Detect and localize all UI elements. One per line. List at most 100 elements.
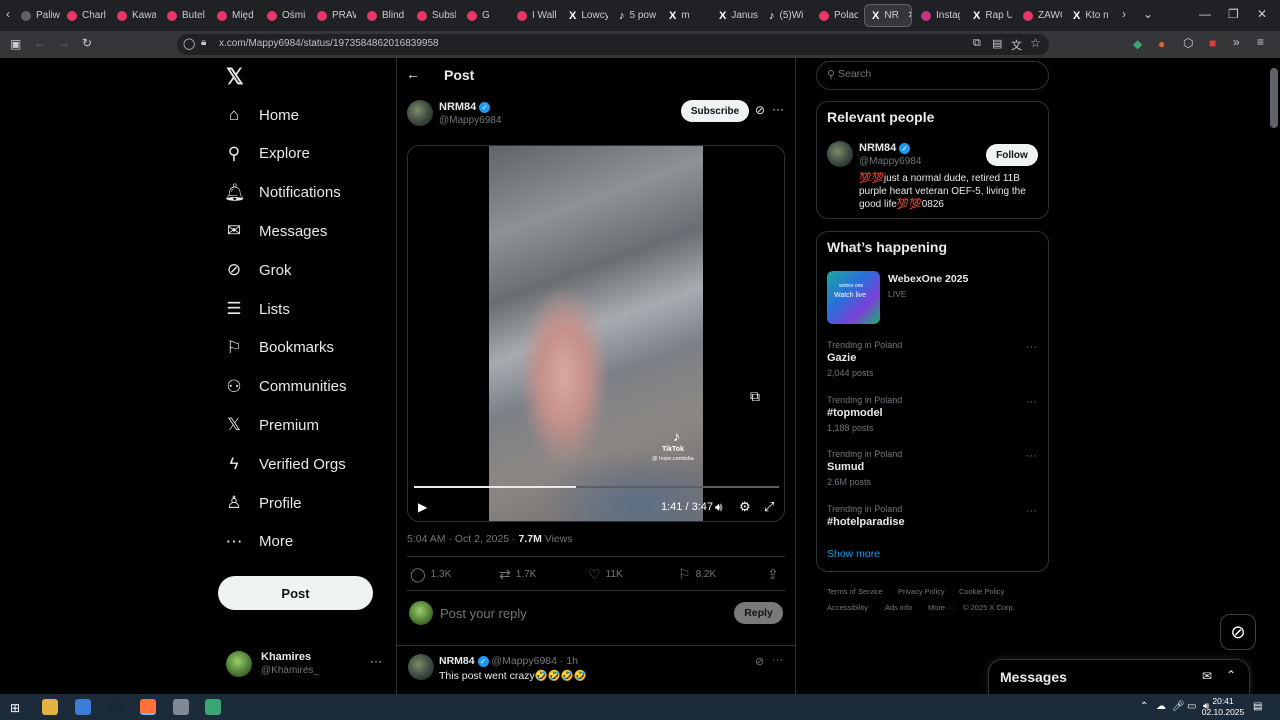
browser-tab[interactable]: Kawal	[110, 4, 156, 27]
grok-explain-icon[interactable]: ⊘	[755, 655, 764, 668]
browser-tab[interactable]: ZAWC	[1016, 4, 1062, 27]
extension-badge-icon[interactable]: ■	[1209, 36, 1216, 50]
repost-action[interactable]: ⇄ 1.7K	[499, 566, 536, 583]
calculator-icon[interactable]	[205, 699, 221, 715]
volume-icon[interactable]: 🔊︎	[715, 500, 723, 515]
search-input[interactable]	[838, 68, 1038, 80]
browser-tab[interactable]: Ośmi	[260, 4, 306, 27]
show-more-link[interactable]: Show more	[827, 548, 880, 560]
compose-post-button[interactable]: Post	[218, 576, 373, 610]
account-more-icon[interactable]: ···	[370, 654, 382, 668]
footer-link[interactable]: More ···	[928, 603, 955, 612]
tweet-author-name[interactable]: NRM84	[439, 101, 476, 113]
messages-drawer[interactable]: Messages ✉ ⌃	[988, 659, 1250, 695]
browser-tab[interactable]: Polacy	[812, 4, 858, 27]
file-explorer-icon[interactable]	[42, 699, 58, 715]
tab-scroll-right-icon[interactable]: ›	[1122, 7, 1126, 21]
nav-item-premium[interactable]: 𝕏 Premium	[224, 410, 319, 440]
shield-icon[interactable]: ◯	[183, 37, 195, 50]
reply-input[interactable]	[440, 603, 720, 623]
trend-title[interactable]: Gazie	[827, 352, 856, 364]
reply-more-icon[interactable]: ···	[772, 654, 783, 666]
grok-floating-icon[interactable]: ⊘	[1220, 614, 1256, 650]
browser-tab[interactable]: Xm	[662, 4, 708, 27]
nav-item-lists[interactable]: ☰ Lists	[224, 294, 289, 324]
footer-link[interactable]: Accessibility	[827, 603, 868, 612]
browser-tab[interactable]: Paliw	[14, 4, 60, 27]
browser-tab[interactable]: Międ	[210, 4, 256, 27]
tab-scroll-left-icon[interactable]: ‹	[6, 7, 10, 21]
overflow-menu-icon[interactable]: »	[1233, 35, 1240, 49]
share-action[interactable]: ⇪	[767, 566, 779, 583]
notifications-icon[interactable]: ▤	[1253, 701, 1262, 712]
app-icon[interactable]	[75, 699, 91, 715]
follow-button[interactable]: Follow	[986, 144, 1038, 166]
browser-tab[interactable]: PRAW	[310, 4, 356, 27]
reply-time[interactable]: · 1h	[560, 655, 578, 667]
back-arrow-icon[interactable]: ←	[406, 66, 420, 82]
event-name[interactable]: WebexOne 2025	[888, 273, 968, 285]
browser-tab[interactable]: ♪ (5)Wi	[762, 4, 808, 27]
nav-item-profile[interactable]: ♙ Profile	[224, 488, 301, 518]
subscribe-button[interactable]: Subscribe	[681, 100, 749, 122]
tweet-timestamp[interactable]: 5:04 AM · Oct 2, 2025 ·	[407, 533, 516, 545]
address-bar[interactable]: ◯ 🔒︎ x.com/Mappy6984/status/197358486201…	[177, 34, 1049, 55]
nav-item-notifications[interactable]: 🔔︎ Notifications	[224, 178, 341, 208]
footer-link[interactable]: Cookie Policy	[959, 587, 1004, 596]
account-switcher[interactable]: Khamires @Khamires_ ···	[226, 651, 386, 685]
nav-item-more[interactable]: ⋯ More	[224, 527, 294, 557]
microphone-icon[interactable]: 🎤︎	[1172, 701, 1185, 712]
reload-icon[interactable]: ↻	[82, 36, 92, 50]
reply-author-avatar[interactable]	[408, 654, 434, 680]
browser-tab[interactable]: I Walk	[510, 4, 556, 27]
like-action[interactable]: ♡ 11K	[588, 566, 623, 583]
new-message-icon[interactable]: ✉	[1202, 669, 1212, 683]
browser-tab[interactable]: X Kto n	[1066, 4, 1112, 27]
reply-button[interactable]: Reply	[734, 602, 783, 624]
expand-drawer-icon[interactable]: ⌃	[1226, 668, 1236, 682]
nav-item-bookmarks[interactable]: ⚐ Bookmarks	[224, 333, 334, 363]
footer-link[interactable]: Privacy Policy	[898, 587, 945, 596]
cloud-icon[interactable]: ☁	[1156, 701, 1166, 712]
page-scrollbar[interactable]	[1268, 58, 1280, 694]
sidebar-toggle-icon[interactable]: ▣	[10, 37, 21, 51]
browser-tab[interactable]: X Rap U	[966, 4, 1012, 27]
browser-tab[interactable]: X Lowcy	[562, 4, 608, 27]
browser-tab[interactable]: X NR ✕	[864, 4, 912, 27]
browser-tab[interactable]: G	[460, 4, 506, 27]
nav-item-explore[interactable]: ⚲ Explore	[224, 139, 310, 169]
taskbar-time[interactable]: 20:41	[1206, 696, 1240, 706]
browser-tab[interactable]: Butel	[160, 4, 206, 27]
author-avatar[interactable]	[407, 100, 433, 126]
close-window-button[interactable]: ✕	[1257, 7, 1267, 21]
nav-item-home[interactable]: ⌂ Home	[224, 100, 299, 130]
footer-link[interactable]: Ads info	[885, 603, 912, 612]
app-icon[interactable]	[173, 699, 189, 715]
relevant-avatar[interactable]	[827, 141, 853, 167]
browser-tab[interactable]: Instag	[914, 4, 960, 27]
back-icon[interactable]: ←	[34, 36, 46, 50]
network-icon[interactable]: ▭	[1187, 701, 1196, 712]
search-box[interactable]: ⚲	[816, 61, 1049, 90]
nav-item-grok[interactable]: ⊘ Grok	[224, 255, 292, 285]
tray-chevron-icon[interactable]: ⌃	[1140, 701, 1148, 712]
extensions-puzzle-icon[interactable]: ⬡	[1183, 36, 1193, 50]
nav-item-communities[interactable]: ⚇ Communities	[224, 372, 346, 402]
trend-more-icon[interactable]: ···	[1026, 396, 1037, 408]
video-player[interactable]: ♪ TikTok @ hope.cambdia ⧉ ▶ 1:41 / 3:47 …	[407, 145, 785, 522]
app-menu-icon[interactable]: ≡	[1257, 35, 1264, 49]
bookmark-action[interactable]: ⚐ 8.2K	[678, 566, 716, 583]
event-thumbnail[interactable]: webex one Watch live	[827, 271, 880, 324]
play-icon[interactable]: ▶	[418, 500, 427, 514]
extension-fox-icon[interactable]: ●	[1158, 37, 1165, 51]
nav-item-messages[interactable]: ✉ Messages	[224, 216, 328, 246]
fullscreen-icon[interactable]: ⤢	[764, 499, 774, 515]
reply-action[interactable]: ◯ 1.3K	[410, 566, 451, 583]
video-frame[interactable]: ♪ TikTok @ hope.cambdia	[489, 146, 703, 521]
video-progress-bar[interactable]	[414, 486, 779, 488]
lock-icon[interactable]: 🔒︎	[201, 37, 206, 48]
close-tab-icon[interactable]: ✕	[908, 10, 911, 21]
translate-icon[interactable]: 文	[1011, 37, 1022, 53]
trend-title[interactable]: Sumud	[827, 461, 864, 473]
reply-author-handle[interactable]: @Mappy6984	[491, 655, 557, 667]
